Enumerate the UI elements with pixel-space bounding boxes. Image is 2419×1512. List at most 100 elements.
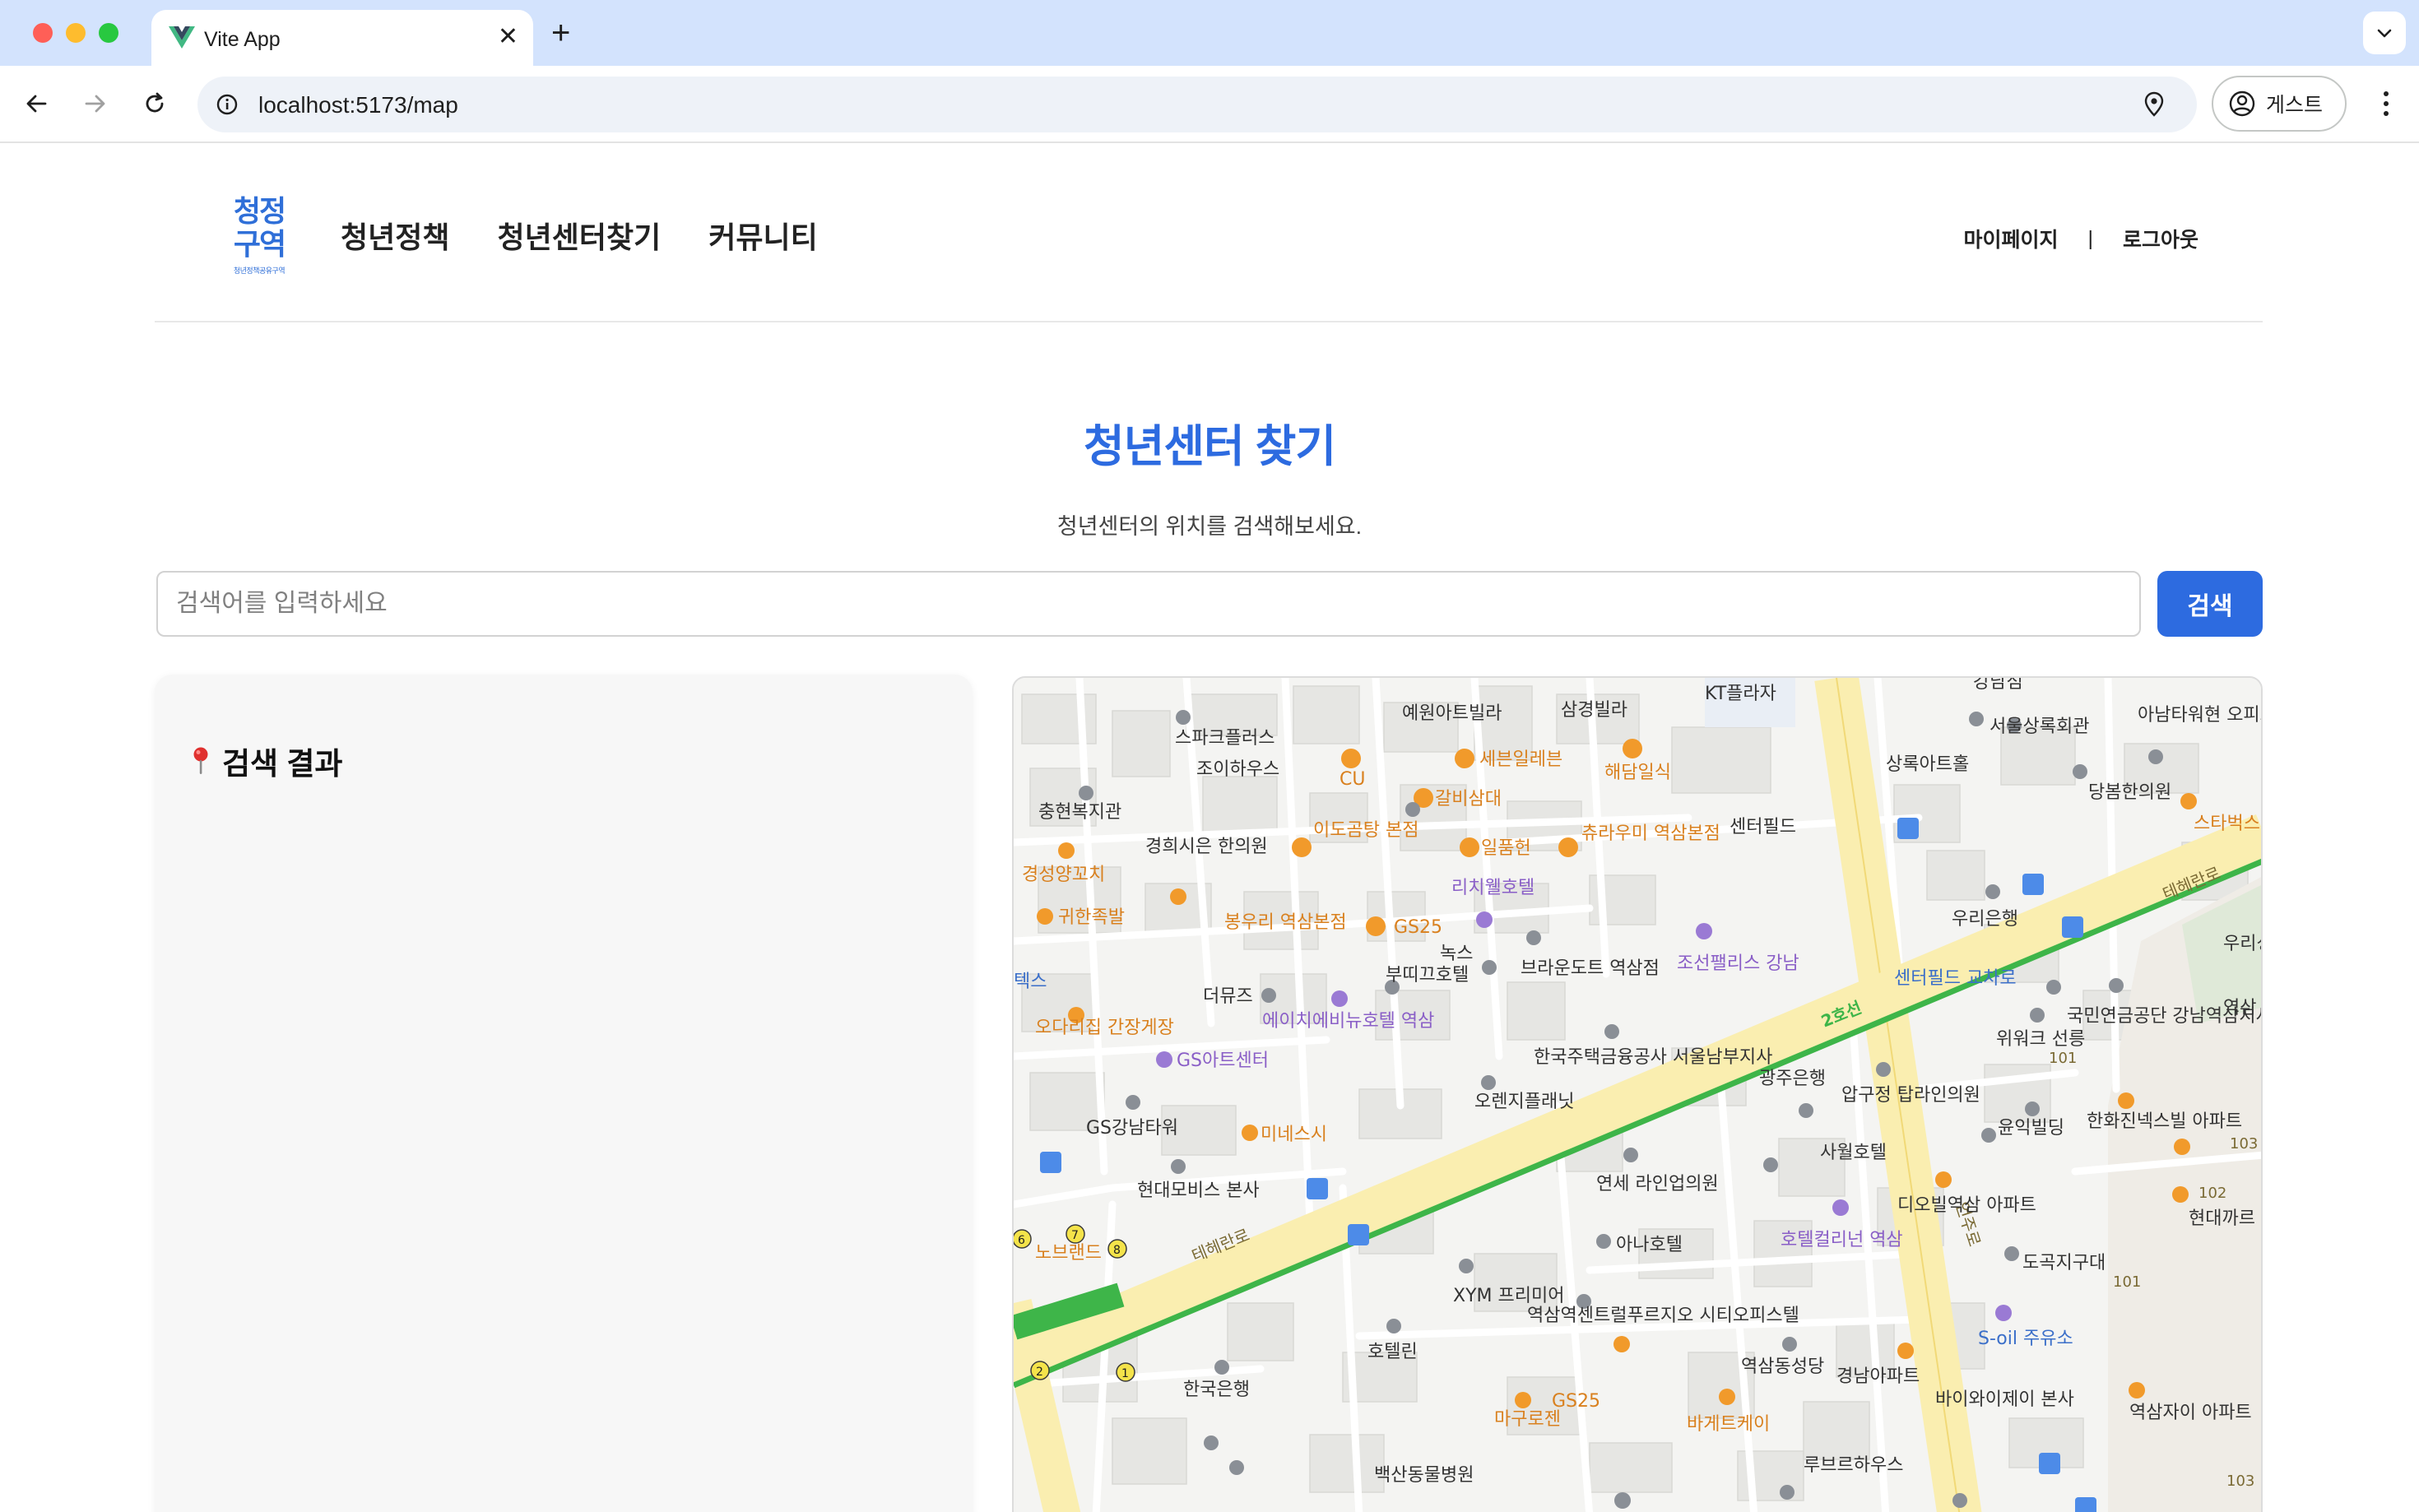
vite-logo-icon	[169, 26, 195, 49]
map-label: 위워크 선릉	[1996, 1029, 2085, 1050]
map-label: 조이하우스	[1196, 759, 1279, 780]
location-pin-icon[interactable]	[2138, 88, 2171, 121]
logo-text: 청정 구역	[233, 195, 286, 262]
map-label: 사월호텔	[1820, 1143, 1887, 1163]
map-label: 광주은행	[1759, 1069, 1826, 1089]
map-label: 한국은행	[1183, 1380, 1250, 1400]
site-info-icon[interactable]	[209, 86, 245, 123]
map-label: 스타벅스	[2194, 814, 2260, 834]
map-label: 세븐일레븐	[1479, 749, 1562, 770]
reload-button[interactable]	[135, 84, 174, 123]
user-menu: 마이페이지 | 로그아웃	[1963, 224, 2198, 253]
map-view[interactable]: 테헤란로 테헤란로 언주로 2호선 7 8 6 2 1 예원아트빌라 삼경빌라 …	[1012, 676, 2263, 1512]
map-label-number: 101	[2049, 1050, 2077, 1067]
map-label: 미네스시	[1261, 1125, 1327, 1145]
map-label: 상록아트홀	[1886, 754, 1969, 775]
map-label: 스파크플러스	[1175, 728, 1275, 749]
map-label: GS25	[1394, 917, 1442, 938]
map-label: 당봄한의원	[2088, 782, 2171, 803]
window-minimize-button[interactable]	[66, 23, 86, 43]
results-title: 검색 결과	[222, 747, 343, 781]
search-input[interactable]	[156, 571, 2141, 637]
map-label: 강남점	[1973, 678, 2023, 693]
window-maximize-button[interactable]	[99, 23, 118, 43]
tab-close-icon[interactable]: ✕	[498, 23, 518, 51]
url-text[interactable]: localhost:5173/map	[258, 92, 458, 118]
map-label: 조선팰리스 강남	[1677, 953, 1799, 974]
map-label: GS아트센터	[1177, 1051, 1269, 1071]
map-label: 브라운도트 역삼점	[1521, 958, 1660, 979]
browser-menu-button[interactable]	[2366, 84, 2406, 123]
browser-toolbar: localhost:5173/map 게스트	[0, 66, 2419, 143]
map-label: 이도곰탕 본점	[1313, 820, 1418, 841]
browser-tab-active[interactable]: Vite App ✕	[151, 10, 533, 66]
window-close-button[interactable]	[33, 23, 53, 43]
mypage-link[interactable]: 마이페이지	[1963, 224, 2058, 253]
arrow-right-icon	[85, 95, 105, 113]
map-label: 호텔린	[1367, 1342, 1418, 1362]
map-label: 삼경빌라	[1561, 700, 1627, 721]
pushpin-icon	[193, 747, 208, 774]
logout-link[interactable]: 로그아웃	[2123, 224, 2198, 253]
map-label: 역삼역센트럴푸르지오 시티오피스텔	[1527, 1306, 1799, 1326]
search-button[interactable]: 검색	[2157, 571, 2263, 637]
map-label: 마구로젠	[1494, 1409, 1561, 1430]
nav-find-youth-center[interactable]: 청년센터찾기	[497, 214, 661, 257]
map-label: 우리은행	[1952, 909, 2018, 930]
map-label: 경성양꼬치	[1022, 865, 1105, 885]
map-label: 충현복지관	[1038, 802, 1121, 823]
map-canvas[interactable]: 테헤란로 테헤란로 언주로 2호선 7 8 6 2 1 예원아트빌라 삼경빌라 …	[1014, 678, 2263, 1512]
page: 청정 구역 청년정책공유구역 청년정책 청년센터찾기 커뮤니티 마이페이지 | …	[0, 143, 2419, 1512]
map-label: 츄라우미 역삼본점	[1581, 823, 1720, 844]
reload-icon	[146, 92, 164, 113]
map-label: 우리성	[2223, 934, 2263, 954]
map-label: 연세 라인업의원	[1596, 1174, 1719, 1194]
tab-search-button[interactable]	[2363, 12, 2406, 54]
map-label: 더뮤즈	[1203, 986, 1253, 1007]
map-label: 아나호텔	[1616, 1235, 1683, 1255]
search-results-panel: 검색 결과	[155, 675, 973, 1512]
main-nav: 청년정책 청년센터찾기 커뮤니티	[341, 214, 818, 257]
map-label: 바게트케이	[1687, 1414, 1770, 1435]
map-label: 아남타워현 오피스텔	[2138, 705, 2263, 726]
map-label: 백산동물병원	[1374, 1465, 1474, 1486]
forward-button[interactable]	[76, 84, 115, 123]
map-label: 텍스	[1014, 972, 1047, 992]
nav-youth-policy[interactable]: 청년정책	[341, 214, 449, 257]
site-logo[interactable]: 청정 구역 청년정책공유구역	[222, 196, 296, 278]
map-label: 루브르하우스	[1804, 1455, 1903, 1476]
svg-text:1: 1	[1121, 1367, 1129, 1380]
map-label: 현대까르 710아파	[2189, 1208, 2263, 1229]
results-heading: 검색 결과	[189, 739, 342, 783]
svg-text:6: 6	[1018, 1234, 1025, 1247]
map-label: S-oil 주유소	[1978, 1329, 2073, 1349]
map-label-number: 103	[2226, 1473, 2254, 1490]
map-label: 센터필드 교차로	[1894, 968, 2017, 989]
address-bar[interactable]: localhost:5173/map	[197, 77, 2197, 132]
map-label: XYM 프리미어	[1453, 1286, 1564, 1306]
map-label: 역삼자이 아파트	[2129, 1403, 2252, 1423]
map-label: KT플라자	[1705, 684, 1776, 704]
map-label-number: 103	[2230, 1135, 2258, 1153]
map-label: 도곡지구대	[2022, 1253, 2106, 1273]
nav-community[interactable]: 커뮤니티	[708, 214, 817, 257]
map-label-number: 102	[2198, 1185, 2226, 1202]
map-label-number: 101	[2113, 1273, 2141, 1291]
new-tab-icon[interactable]: +	[551, 15, 570, 51]
map-label: 갈비삼대	[1435, 789, 1502, 809]
map-label: 윤익빌딩	[1998, 1118, 2064, 1139]
map-label: 귀한족발	[1058, 907, 1125, 928]
map-label: 녹스	[1440, 944, 1473, 964]
tab-title: Vite App	[204, 28, 281, 51]
map-label: GS강남타워	[1086, 1118, 1178, 1139]
profile-button[interactable]: 게스트	[2212, 76, 2347, 132]
map-label: 현대모비스 본사	[1137, 1180, 1260, 1201]
map-label: 리치웰호텔	[1451, 878, 1535, 898]
map-label: 노브랜드	[1035, 1243, 1102, 1264]
svg-text:2: 2	[1036, 1366, 1043, 1379]
map-label: 서울상록회관	[1990, 717, 2089, 737]
back-button[interactable]	[16, 84, 56, 123]
map-label: 역삼동성당	[1741, 1357, 1824, 1377]
map-label: 오다리집 간장게장	[1035, 1018, 1174, 1038]
map-label: 에이치에비뉴호텔 역삼	[1262, 1011, 1434, 1032]
